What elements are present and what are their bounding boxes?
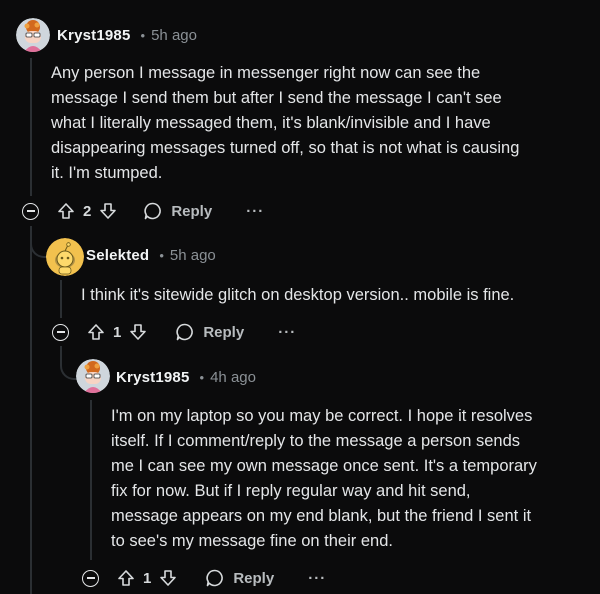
comment-line: message appears on my end blank, but the… — [111, 507, 532, 525]
collapse-thread-button[interactable] — [52, 323, 69, 341]
downvote-icon[interactable] — [159, 569, 177, 587]
comment-line: me I can see my own message once sent. I… — [111, 457, 537, 475]
comment-actions: 1 Reply ··· — [82, 566, 326, 590]
comment-line: fix for now. But if I reply regular way … — [111, 482, 471, 500]
vote-score: 1 — [113, 323, 122, 341]
separator-dot: • — [199, 369, 205, 385]
comment-actions: 1 Reply ··· — [52, 320, 296, 344]
timestamp[interactable]: 5h ago — [151, 27, 197, 44]
comment-body: I'm on my laptop so you may be correct. … — [111, 404, 591, 554]
reply-button[interactable]: Reply — [175, 322, 244, 342]
reply-bubble-icon — [144, 202, 162, 220]
comment-line: I think it's sitewide glitch on desktop … — [81, 286, 515, 304]
reply-label: Reply — [233, 569, 275, 587]
comment-line: it. I'm stumped. — [51, 164, 163, 182]
author-name[interactable]: Kryst1985 — [116, 369, 190, 386]
comment-line: disappearing messages turned off, so tha… — [51, 139, 520, 157]
comment-line: Any person I message in messenger right … — [51, 64, 481, 82]
reply-label: Reply — [171, 202, 213, 220]
thread-line-root[interactable] — [30, 58, 32, 196]
cartoon-avatar-icon — [16, 18, 50, 52]
thread-line-kryst-reply[interactable] — [90, 400, 92, 560]
avatar[interactable] — [76, 359, 110, 393]
reply-label: Reply — [203, 323, 245, 341]
thread-line-selekted[interactable] — [60, 280, 62, 318]
more-options-button[interactable]: ··· — [278, 324, 296, 341]
vote-score: 1 — [143, 569, 152, 587]
vote-score: 2 — [83, 202, 92, 220]
separator-dot: • — [140, 27, 146, 43]
snoo-avatar-icon — [46, 238, 84, 276]
thread-line-root-lower[interactable] — [30, 226, 32, 594]
avatar[interactable] — [46, 238, 84, 276]
reply-button[interactable]: Reply — [205, 568, 274, 588]
more-options-button[interactable]: ··· — [308, 570, 326, 587]
avatar[interactable] — [16, 18, 50, 52]
comment-actions: 2 Reply ··· — [22, 199, 264, 223]
downvote-icon[interactable] — [129, 323, 147, 341]
reply-bubble-icon — [206, 569, 224, 587]
comment-line: itself. If I comment/reply to the messag… — [111, 432, 521, 450]
comment-meta: Selekted • 5h ago — [86, 245, 216, 265]
timestamp[interactable]: 5h ago — [170, 247, 216, 264]
cartoon-avatar-icon — [76, 359, 110, 393]
downvote-icon[interactable] — [99, 202, 117, 220]
upvote-icon[interactable] — [117, 569, 135, 587]
comment-body: I think it's sitewide glitch on desktop … — [81, 283, 591, 308]
reply-bubble-icon — [176, 323, 194, 341]
author-name[interactable]: Kryst1985 — [57, 27, 131, 44]
upvote-icon[interactable] — [57, 202, 75, 220]
reply-button[interactable]: Reply — [143, 201, 212, 221]
comment-meta: Kryst1985 • 5h ago — [57, 25, 197, 45]
comment-line: what I literally messaged them, it's bla… — [51, 114, 491, 132]
comment-body: Any person I message in messenger right … — [51, 61, 591, 186]
comment-line: to see's my message fine on their end. — [111, 532, 393, 550]
collapse-thread-button[interactable] — [22, 202, 39, 220]
upvote-icon[interactable] — [87, 323, 105, 341]
author-name[interactable]: Selekted — [86, 247, 149, 264]
collapse-thread-button[interactable] — [82, 569, 99, 587]
comment-meta: Kryst1985 • 4h ago — [116, 367, 256, 387]
comment-line: I'm on my laptop so you may be correct. … — [111, 407, 533, 425]
comment-line: message I send them but after I send the… — [51, 89, 502, 107]
separator-dot: • — [159, 247, 164, 263]
timestamp[interactable]: 4h ago — [210, 369, 256, 386]
more-options-button[interactable]: ··· — [246, 203, 264, 220]
